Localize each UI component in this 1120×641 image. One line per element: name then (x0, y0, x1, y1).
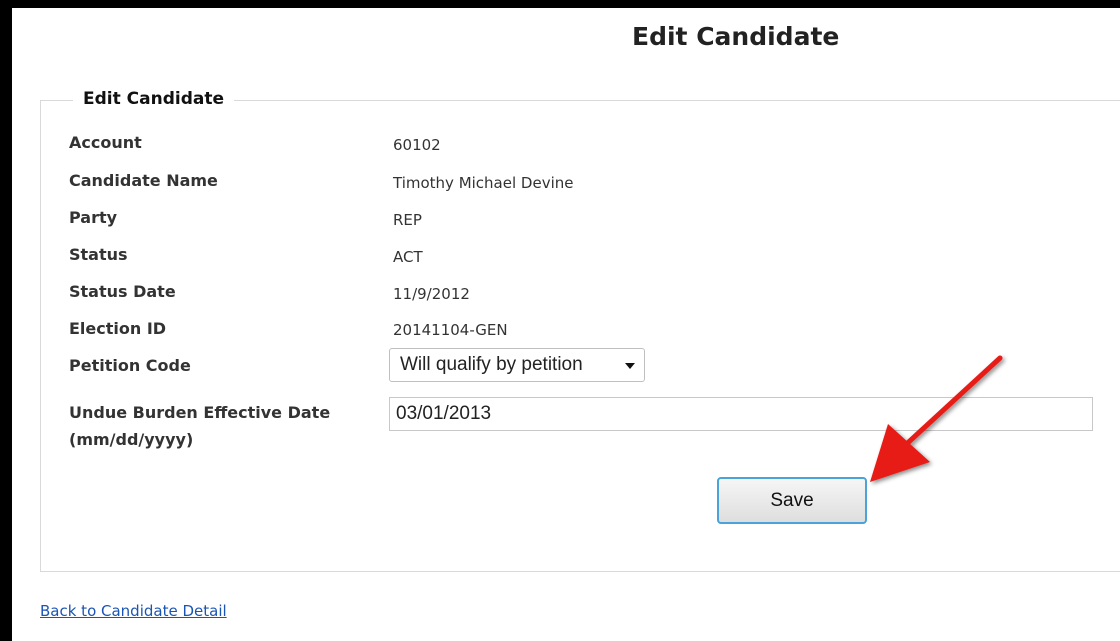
page: Edit Candidate Edit Candidate Account Ca… (12, 8, 1120, 641)
party-value: REP (393, 211, 422, 229)
petition-code-selected: Will qualify by petition (400, 354, 583, 375)
fieldset-legend: Edit Candidate (73, 89, 234, 109)
petition-code-label: Petition Code (69, 356, 191, 375)
back-to-candidate-detail-link[interactable]: Back to Candidate Detail (40, 602, 227, 620)
election-id-value: 20141104-GEN (393, 321, 508, 339)
save-button[interactable]: Save (717, 477, 867, 524)
petition-code-select[interactable]: Will qualify by petition (389, 348, 645, 382)
undue-burden-label-line2: (mm/dd/yyyy) (69, 430, 194, 449)
chevron-down-icon (625, 363, 635, 369)
candidate-name-label: Candidate Name (69, 171, 218, 190)
candidate-name-value: Timothy Michael Devine (393, 174, 574, 192)
party-label: Party (69, 208, 118, 227)
status-date-label: Status Date (69, 282, 176, 301)
undue-burden-label-line1: Undue Burden Effective Date (69, 403, 331, 422)
status-value: ACT (393, 248, 423, 266)
page-title: Edit Candidate (632, 22, 840, 51)
account-label: Account (69, 133, 142, 152)
status-date-value: 11/9/2012 (393, 285, 470, 303)
red-arrow-annotation (870, 355, 1003, 482)
election-id-label: Election ID (69, 319, 167, 338)
status-label: Status (69, 245, 128, 264)
account-value: 60102 (393, 136, 441, 154)
